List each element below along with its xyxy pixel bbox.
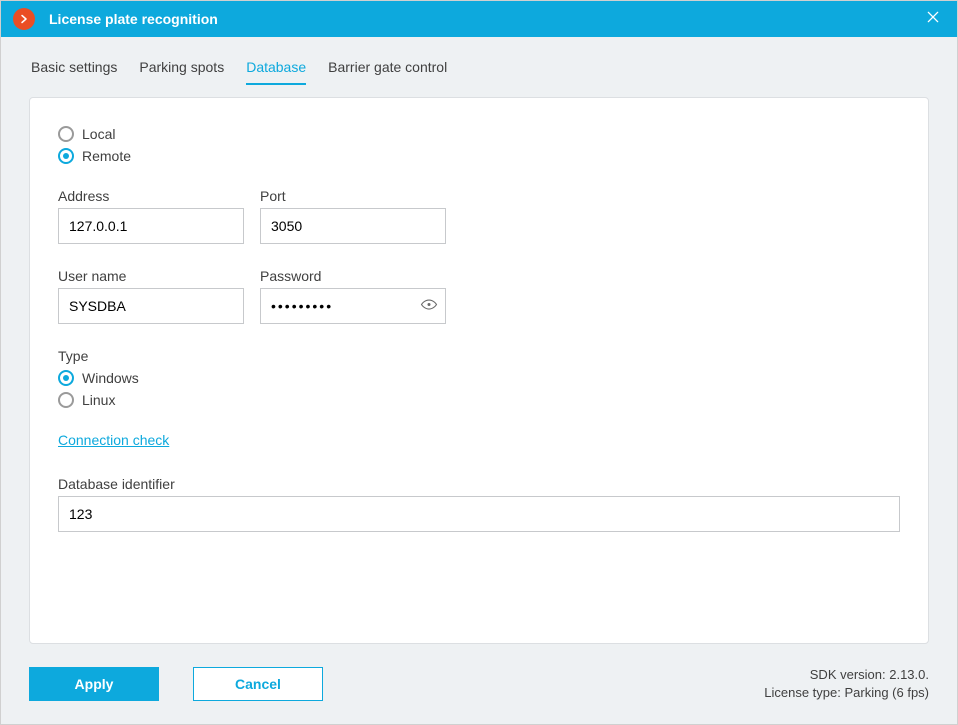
radio-dot-icon — [58, 126, 74, 142]
username-field-wrap: User name — [58, 268, 244, 324]
location-radio-group: Local Remote — [58, 126, 900, 164]
address-label: Address — [58, 188, 244, 204]
close-icon[interactable] — [921, 9, 945, 30]
apply-button[interactable]: Apply — [29, 667, 159, 701]
radio-windows[interactable]: Windows — [58, 370, 900, 386]
type-label: Type — [58, 348, 900, 364]
radio-linux[interactable]: Linux — [58, 392, 900, 408]
tab-bar: Basic settings Parking spots Database Ba… — [29, 37, 929, 85]
username-input[interactable] — [58, 288, 244, 324]
dialog-title: License plate recognition — [49, 11, 921, 27]
port-field-wrap: Port — [260, 188, 446, 244]
radio-linux-label: Linux — [82, 392, 115, 408]
db-identifier-block: Database identifier — [58, 476, 900, 532]
radio-local[interactable]: Local — [58, 126, 900, 142]
cancel-button[interactable]: Cancel — [193, 667, 323, 701]
password-field-wrap: Password — [260, 268, 446, 324]
address-input[interactable] — [58, 208, 244, 244]
dialog-window: License plate recognition Basic settings… — [0, 0, 958, 725]
tab-basic-settings[interactable]: Basic settings — [31, 55, 117, 85]
tab-barrier-gate-control[interactable]: Barrier gate control — [328, 55, 447, 85]
type-block: Type Windows Linux — [58, 348, 900, 408]
port-label: Port — [260, 188, 446, 204]
dialog-footer: Apply Cancel SDK version: 2.13.0. Licens… — [29, 644, 929, 702]
db-identifier-input[interactable] — [58, 496, 900, 532]
tab-parking-spots[interactable]: Parking spots — [139, 55, 224, 85]
footer-meta: SDK version: 2.13.0. License type: Parki… — [764, 666, 929, 702]
reveal-password-icon[interactable] — [420, 296, 438, 317]
radio-windows-label: Windows — [82, 370, 139, 386]
connection-check-link[interactable]: Connection check — [58, 432, 169, 448]
radio-local-label: Local — [82, 126, 115, 142]
tab-database[interactable]: Database — [246, 55, 306, 85]
titlebar: License plate recognition — [1, 1, 957, 37]
license-type-text: License type: Parking (6 fps) — [764, 684, 929, 702]
dialog-body: Basic settings Parking spots Database Ba… — [1, 37, 957, 724]
radio-dot-icon — [58, 370, 74, 386]
radio-dot-icon — [58, 148, 74, 164]
port-input[interactable] — [260, 208, 446, 244]
db-identifier-label: Database identifier — [58, 476, 900, 492]
username-label: User name — [58, 268, 244, 284]
address-field-wrap: Address — [58, 188, 244, 244]
radio-remote-label: Remote — [82, 148, 131, 164]
radio-remote[interactable]: Remote — [58, 148, 900, 164]
password-input[interactable] — [260, 288, 446, 324]
database-panel: Local Remote Address Port — [29, 97, 929, 644]
sdk-version-text: SDK version: 2.13.0. — [764, 666, 929, 684]
password-label: Password — [260, 268, 446, 284]
radio-dot-icon — [58, 392, 74, 408]
app-logo-icon — [13, 8, 35, 30]
